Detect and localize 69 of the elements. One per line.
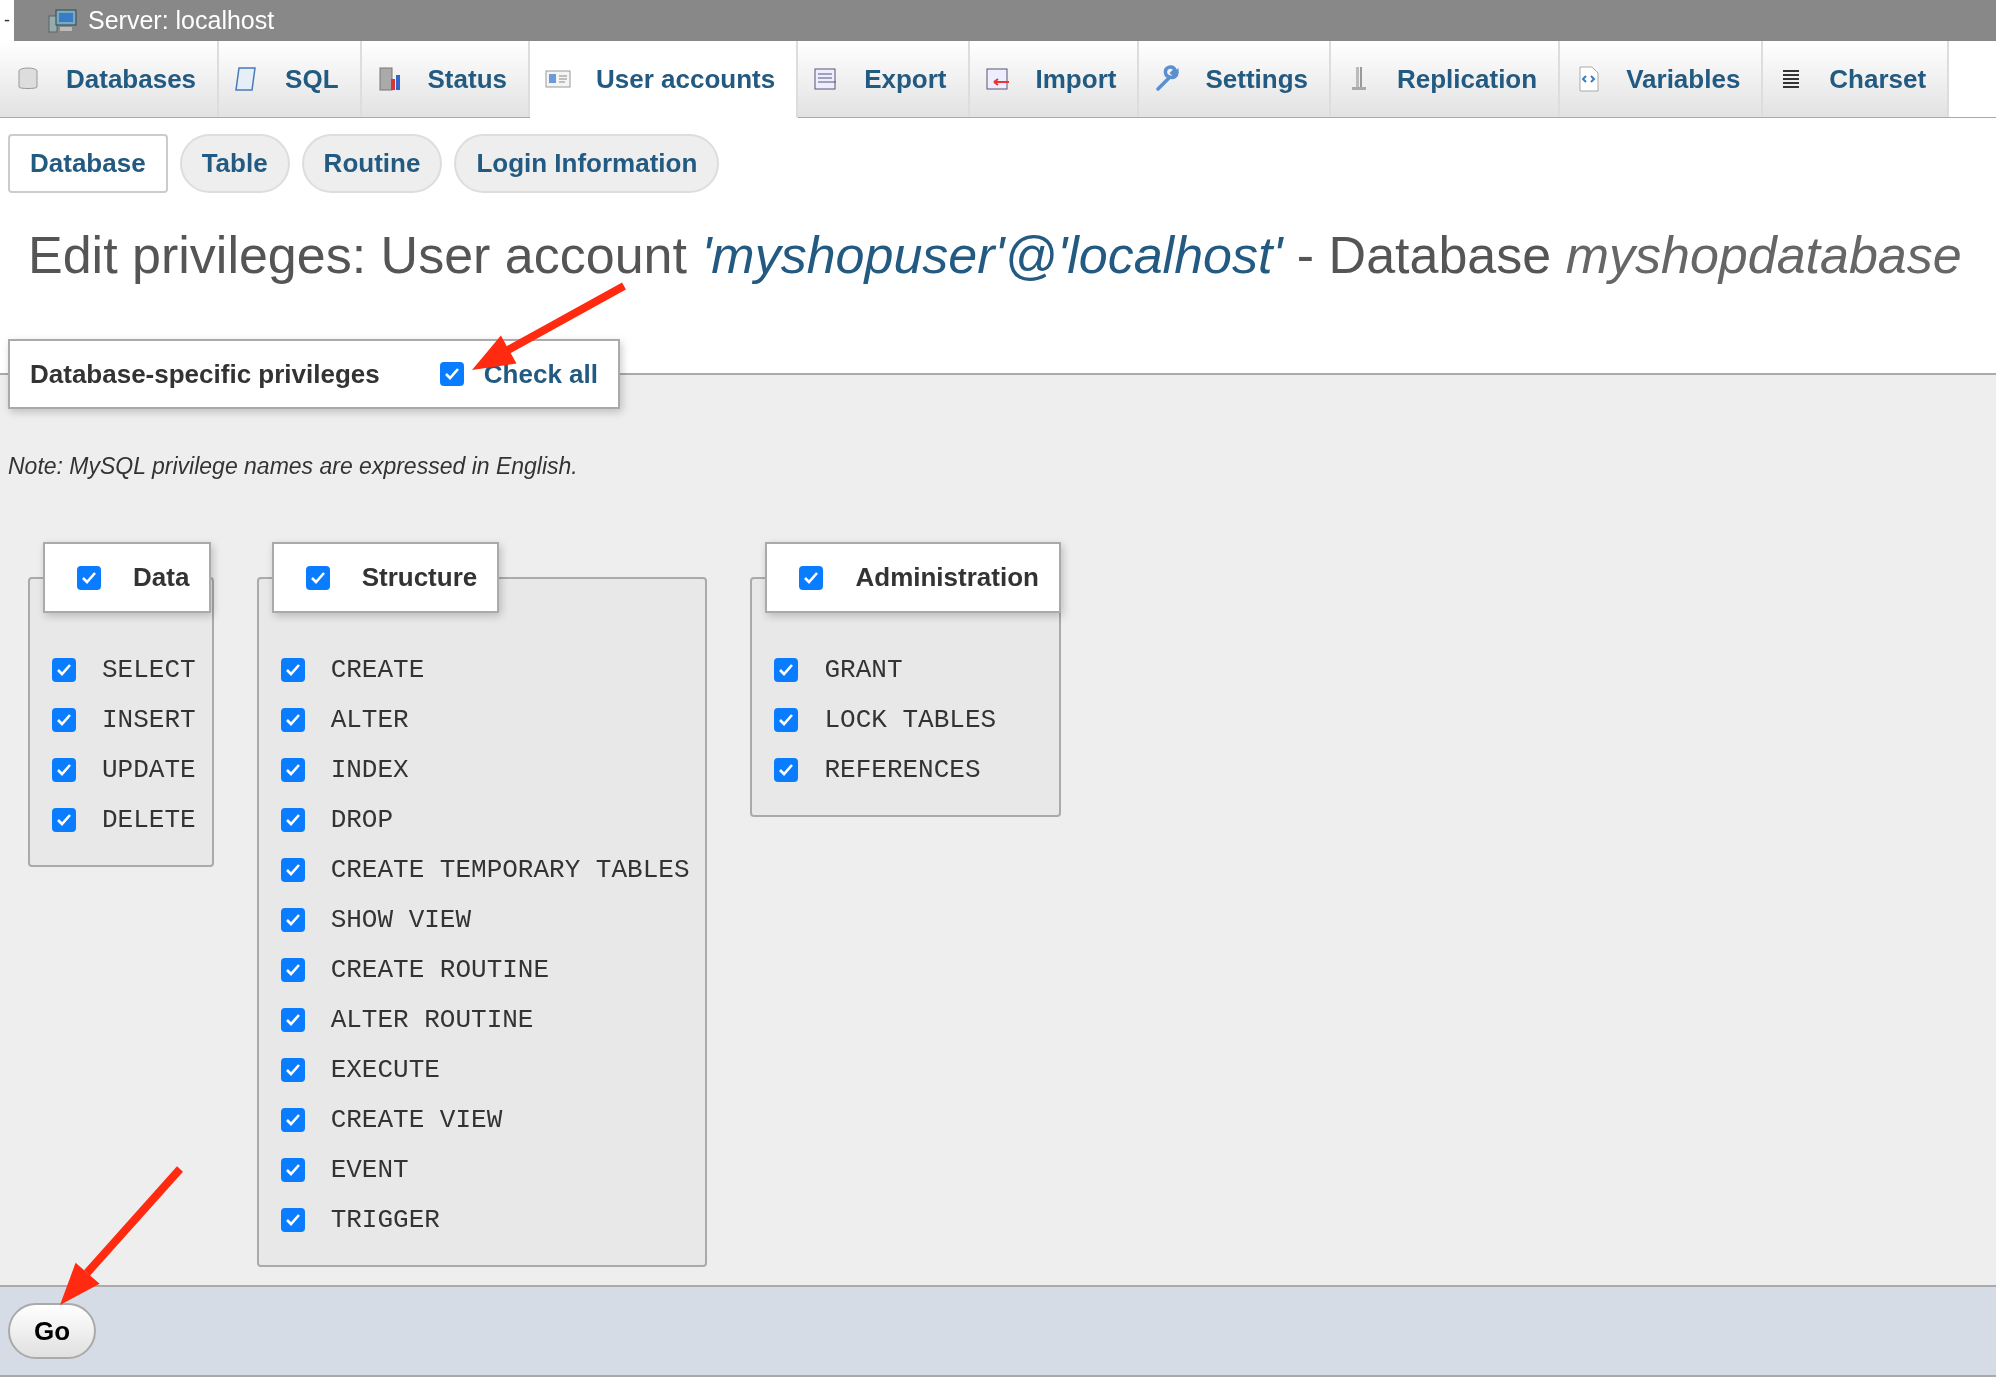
note-text: Note: MySQL privilege names are expressed in English. bbox=[8, 453, 579, 480]
group-title: Structure bbox=[361, 562, 478, 593]
checkbox[interactable] bbox=[280, 808, 305, 832]
checkbox[interactable] bbox=[280, 1208, 305, 1232]
checkbox[interactable] bbox=[280, 1158, 305, 1182]
privilege-label: ALTER bbox=[330, 705, 409, 735]
sub-tab[interactable]: Database bbox=[8, 134, 168, 193]
privilege-label: DROP bbox=[330, 805, 394, 835]
privilege-label: DELETE bbox=[102, 805, 196, 835]
checkbox[interactable] bbox=[52, 758, 76, 782]
checkbox[interactable] bbox=[280, 758, 305, 782]
nav-tab[interactable]: Databases bbox=[0, 41, 220, 117]
privilege-label: SELECT bbox=[102, 655, 196, 685]
page-heading: Edit privileges: User account 'myshopuser'@'localhost' - Database myshopdatabase bbox=[28, 225, 1963, 285]
nav-tab[interactable]: Import bbox=[969, 41, 1140, 117]
checkbox[interactable] bbox=[280, 658, 305, 682]
check-all-checkbox[interactable]: Check all bbox=[439, 358, 598, 390]
nav-tab[interactable]: Settings bbox=[1139, 41, 1331, 117]
privilege-label: TRIGGER bbox=[330, 1205, 440, 1235]
go-button[interactable]: Go bbox=[8, 1303, 96, 1359]
checkbox[interactable] bbox=[52, 658, 76, 682]
sub-tab[interactable]: Routine bbox=[301, 134, 443, 193]
nav-tab[interactable]: Charset bbox=[1763, 41, 1950, 117]
privilege-label: CREATE VIEW bbox=[330, 1105, 503, 1135]
server-icon bbox=[48, 7, 78, 34]
checkbox[interactable] bbox=[280, 1108, 305, 1132]
privilege-label: LOCK TABLES bbox=[824, 705, 997, 735]
privilege-label: EVENT bbox=[330, 1155, 409, 1185]
privilege-label: EXECUTE bbox=[330, 1055, 440, 1085]
privilege-label: GRANT bbox=[824, 655, 903, 685]
checkbox[interactable] bbox=[280, 708, 305, 732]
checkbox[interactable] bbox=[774, 758, 799, 782]
group-title: Administration bbox=[855, 562, 1039, 593]
checkbox[interactable] bbox=[52, 708, 76, 732]
checkbox[interactable] bbox=[52, 808, 76, 832]
document-icon bbox=[983, 65, 1012, 93]
sub-tab[interactable]: Table bbox=[179, 134, 290, 193]
privilege-label: REFERENCES bbox=[824, 755, 981, 785]
privilege-label: UPDATE bbox=[102, 755, 196, 785]
checkbox[interactable] bbox=[774, 658, 799, 682]
checkbox[interactable] bbox=[280, 1008, 305, 1032]
privilege-label: ALTER ROUTINE bbox=[330, 1005, 534, 1035]
privilege-label: CREATE ROUTINE bbox=[330, 955, 550, 985]
privilege-label: INSERT bbox=[102, 705, 196, 735]
collapse-button[interactable]: - bbox=[0, 0, 14, 41]
nav-tab[interactable]: SQL bbox=[219, 41, 362, 117]
checkbox[interactable] bbox=[280, 958, 305, 982]
wrench-icon bbox=[1153, 65, 1182, 93]
nav-tab[interactable]: Status bbox=[361, 41, 530, 117]
nav-tab[interactable]: User accounts bbox=[530, 41, 799, 118]
nav-tab[interactable]: Variables bbox=[1560, 41, 1764, 117]
privilege-label: CREATE bbox=[330, 655, 425, 685]
sub-tab[interactable]: Login Information bbox=[454, 134, 720, 193]
checkbox[interactable] bbox=[799, 565, 824, 590]
group-title: Data bbox=[133, 562, 190, 593]
nav-tab[interactable]: Replication bbox=[1331, 41, 1561, 117]
checkbox[interactable] bbox=[774, 708, 799, 732]
checkbox[interactable] bbox=[280, 908, 305, 932]
nav-tab[interactable]: Export bbox=[798, 41, 970, 117]
checkbox[interactable] bbox=[280, 1058, 305, 1082]
server-title: Server: localhost bbox=[88, 6, 275, 35]
privilege-label: SHOW VIEW bbox=[330, 905, 472, 935]
fieldset-legend: Database-specific privileges bbox=[30, 358, 380, 390]
privilege-label: CREATE TEMPORARY TABLES bbox=[330, 855, 690, 885]
privilege-label: INDEX bbox=[330, 755, 409, 785]
checkbox[interactable] bbox=[77, 565, 101, 590]
checkbox[interactable] bbox=[439, 362, 464, 386]
checkbox[interactable] bbox=[280, 858, 305, 882]
checkbox[interactable] bbox=[305, 565, 330, 590]
